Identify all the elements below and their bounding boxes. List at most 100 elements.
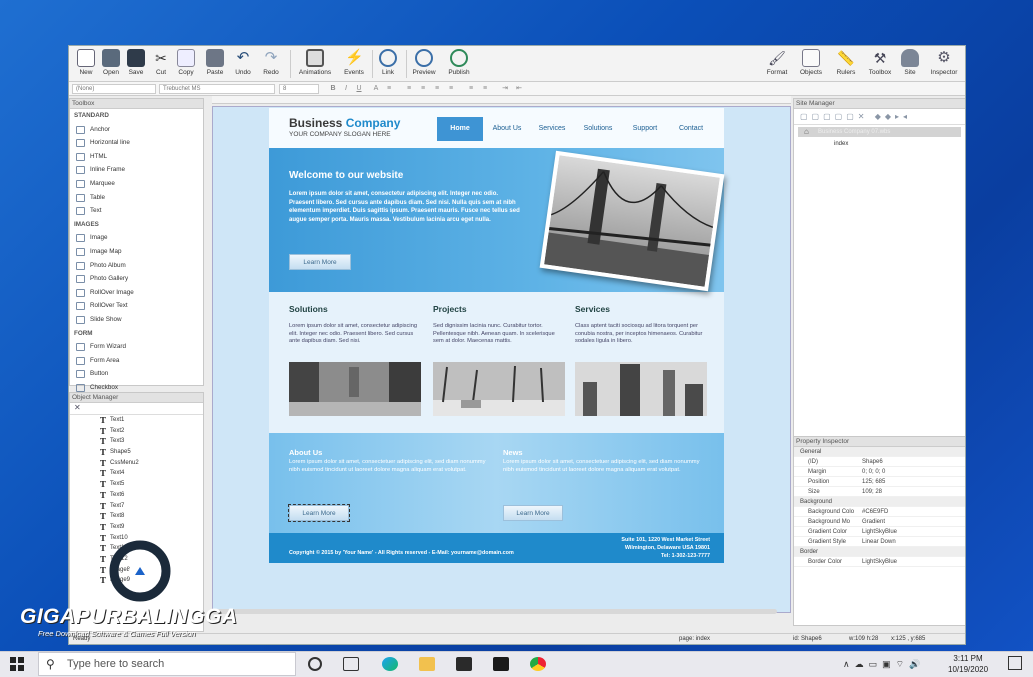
- toolbox-button[interactable]: ⚒ Toolbox: [865, 48, 895, 76]
- inspector-button[interactable]: ⚙ Inspector: [927, 48, 961, 76]
- toolbox-item[interactable]: Horizontal line: [70, 136, 203, 150]
- object-list-item[interactable]: T Text5: [70, 479, 203, 490]
- toolbox-item[interactable]: Image Map: [70, 245, 203, 259]
- animations-button[interactable]: Animations: [298, 48, 332, 76]
- nav-support[interactable]: Support: [623, 117, 667, 141]
- nav-home[interactable]: Home: [437, 117, 483, 141]
- copy-button[interactable]: Copy: [171, 48, 201, 76]
- delete-icon[interactable]: ✕: [74, 403, 81, 412]
- toolbox-item[interactable]: Photo Gallery: [70, 272, 203, 286]
- toolbox-item[interactable]: Inline Frame: [70, 163, 203, 177]
- cortana-icon[interactable]: [308, 657, 322, 671]
- undo-button[interactable]: ↶ Undo: [228, 48, 258, 76]
- canvas-horizontal-scrollbar[interactable]: [212, 609, 777, 614]
- object-list-item[interactable]: T Text8: [70, 511, 203, 522]
- object-list-item[interactable]: T Text1: [70, 415, 203, 426]
- object-list-item[interactable]: T Text6: [70, 490, 203, 501]
- text-color-button[interactable]: A: [372, 85, 380, 93]
- toolbox-item[interactable]: Form Area: [70, 354, 203, 368]
- object-list-item[interactable]: T CssMenu2: [70, 458, 203, 469]
- style-select[interactable]: (None): [72, 84, 156, 94]
- toolbox-item[interactable]: Button: [70, 367, 203, 381]
- object-list-item[interactable]: T Shape5: [70, 447, 203, 458]
- toolbox-item[interactable]: Image: [70, 231, 203, 245]
- property-row[interactable]: Border Color LightSkyBlue: [794, 557, 965, 567]
- rulers-button[interactable]: 📏 Rulers: [831, 48, 861, 76]
- toolbox-category[interactable]: FORM: [70, 327, 203, 341]
- property-category[interactable]: General: [794, 447, 965, 457]
- taskbar-search-input[interactable]: Type here to search: [38, 652, 296, 676]
- redo-button[interactable]: ↷ Redo: [256, 48, 286, 76]
- toolbox-item[interactable]: Slide Show: [70, 313, 203, 327]
- site-root-node[interactable]: ⌂ Business Company 07.wbs: [798, 127, 961, 137]
- toolbox-item[interactable]: Photo Album: [70, 259, 203, 273]
- paste-button[interactable]: Paste: [200, 48, 230, 76]
- object-list-item[interactable]: T Text4: [70, 468, 203, 479]
- font-select[interactable]: Trebuchet MS: [159, 84, 275, 94]
- objects-button[interactable]: Objects: [796, 48, 826, 76]
- underline-button[interactable]: U: [355, 85, 363, 93]
- bullets-button[interactable]: ≡: [385, 85, 393, 93]
- toolbox-item[interactable]: HTML: [70, 150, 203, 164]
- windows-start-icon[interactable]: [10, 657, 24, 671]
- property-row[interactable]: Size 109; 28: [794, 487, 965, 497]
- object-list-item[interactable]: T Text3: [70, 436, 203, 447]
- toolbox-item[interactable]: Anchor: [70, 123, 203, 137]
- indent-button[interactable]: ⇥: [501, 85, 509, 93]
- property-row[interactable]: Gradient Color LightSkyBlue: [794, 527, 965, 537]
- nav-solutions[interactable]: Solutions: [575, 117, 621, 141]
- align-center-button[interactable]: ≡: [419, 85, 427, 93]
- toolbox-category[interactable]: STANDARD: [70, 109, 203, 123]
- preview-button[interactable]: Preview: [409, 48, 439, 76]
- object-list-item[interactable]: T Text2: [70, 426, 203, 437]
- toolbox-item[interactable]: Text: [70, 204, 203, 218]
- italic-button[interactable]: I: [342, 85, 350, 93]
- toolbox-item[interactable]: Table: [70, 191, 203, 205]
- property-row[interactable]: Position 125; 685: [794, 477, 965, 487]
- task-view-icon[interactable]: [343, 657, 359, 671]
- nav-about-us[interactable]: About Us: [485, 117, 529, 141]
- property-row[interactable]: (ID) Shape6: [794, 457, 965, 467]
- publish-button[interactable]: Publish: [444, 48, 474, 76]
- toolbox-item[interactable]: RollOver Image: [70, 286, 203, 300]
- outdent-button[interactable]: ⇤: [515, 85, 523, 93]
- toolbox-item[interactable]: RollOver Text: [70, 299, 203, 313]
- font-size-select[interactable]: 8: [279, 84, 319, 94]
- bold-button[interactable]: B: [329, 85, 337, 93]
- toolbox-item[interactable]: Marquee: [70, 177, 203, 191]
- about-learn-more-button[interactable]: Learn More: [288, 504, 350, 522]
- property-row[interactable]: Background Colo #C6E9FD: [794, 507, 965, 517]
- file-explorer-icon[interactable]: [419, 657, 435, 671]
- nav-services[interactable]: Services: [531, 117, 573, 141]
- store-icon[interactable]: [456, 657, 472, 671]
- numbered-list-button[interactable]: ≡: [481, 85, 489, 93]
- nav-contact[interactable]: Contact: [669, 117, 713, 141]
- chrome-browser-icon[interactable]: [530, 657, 546, 671]
- property-row[interactable]: Background Mo Gradient: [794, 517, 965, 527]
- align-right-button[interactable]: ≡: [433, 85, 441, 93]
- align-left-button[interactable]: ≡: [405, 85, 413, 93]
- hero-learn-more-button[interactable]: Learn More: [289, 254, 351, 270]
- news-learn-more-button[interactable]: Learn More: [503, 505, 563, 521]
- justify-button[interactable]: ≡: [447, 85, 455, 93]
- site-button[interactable]: Site: [895, 48, 925, 76]
- events-button[interactable]: ⚡ Events: [339, 48, 369, 76]
- object-list-item[interactable]: T Text9: [70, 522, 203, 533]
- about-section: About Us Lorem ipsum dolor sit amet, con…: [269, 433, 724, 533]
- notifications-icon[interactable]: [1008, 656, 1022, 670]
- link-button[interactable]: Link: [373, 48, 403, 76]
- list-button[interactable]: ≡: [467, 85, 475, 93]
- property-row[interactable]: Margin 0; 0; 0; 0: [794, 467, 965, 477]
- object-list-item[interactable]: T Text7: [70, 501, 203, 512]
- property-row[interactable]: Gradient Style Linear Down: [794, 537, 965, 547]
- toolbox-category[interactable]: IMAGES: [70, 218, 203, 232]
- format-button[interactable]: 🖌 Format: [762, 48, 792, 76]
- edge-browser-icon[interactable]: [382, 657, 398, 671]
- property-category[interactable]: Background: [794, 497, 965, 507]
- property-category[interactable]: Border: [794, 547, 965, 557]
- system-tray[interactable]: ∧☁▭▣⌔🔊: [843, 659, 925, 670]
- taskbar-clock[interactable]: 3:11 PM 10/19/2020: [948, 653, 988, 675]
- toolbox-item[interactable]: Form Wizard: [70, 340, 203, 354]
- page-node-index[interactable]: index: [798, 139, 961, 149]
- mail-icon[interactable]: [493, 657, 509, 671]
